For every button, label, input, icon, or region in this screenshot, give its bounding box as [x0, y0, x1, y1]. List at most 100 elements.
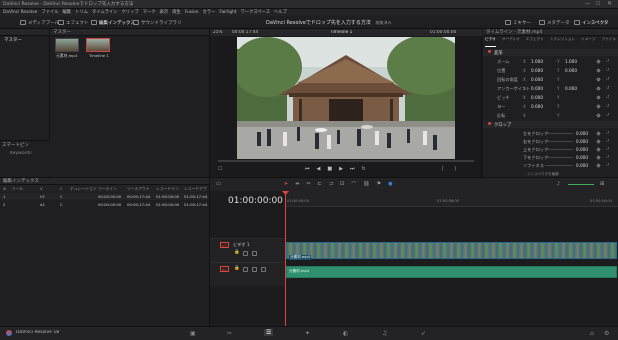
sound-library-button[interactable]: サウンドライブラリ [133, 18, 182, 27]
crop-slider[interactable] [545, 157, 573, 158]
video-track-id[interactable]: V1 [220, 242, 229, 248]
column-header[interactable]: ソースアウト [127, 186, 150, 192]
home-icon[interactable]: ⌂ [590, 330, 594, 337]
crop-slider[interactable] [545, 165, 573, 166]
video-track-name[interactable]: ビデオ 1 [233, 242, 250, 248]
keyframe-icon[interactable] [596, 95, 601, 100]
keywords-item[interactable]: Keywords [10, 151, 32, 156]
snap-icon[interactable]: ⌒ [351, 181, 356, 188]
video-frame[interactable] [237, 37, 455, 159]
media-pool-button[interactable]: メディアプール [20, 18, 59, 27]
crop-enabled-icon[interactable] [488, 122, 491, 125]
zoom-full-icon[interactable]: ⊞ [600, 181, 604, 187]
deliver-page-icon[interactable]: ➶ [421, 330, 426, 337]
settings-gear-icon[interactable]: ⚙ [604, 330, 609, 337]
link-icon[interactable]: ⛓ [363, 181, 369, 188]
fusion-page-icon[interactable]: ✦ [305, 330, 310, 337]
menu-item[interactable]: Fairlight [219, 9, 236, 16]
crop-value[interactable]: 0.000 [576, 139, 588, 144]
menu-item[interactable]: 編集 [63, 9, 72, 16]
keyframe-icon[interactable] [596, 139, 601, 144]
maximize-icon[interactable]: ☐ [596, 1, 600, 7]
edit-index-button[interactable]: 編集インデックス [91, 18, 135, 27]
reset-icon[interactable]: ↺ [606, 130, 610, 135]
reset-icon[interactable]: ↺ [606, 67, 610, 72]
tab-effects[interactable]: エフェクト [526, 37, 544, 47]
tab-file[interactable]: ファイル [602, 37, 616, 47]
timeline-name[interactable]: Timeline 1 [330, 30, 352, 35]
crop-value[interactable]: 0.000 [576, 155, 588, 160]
menu-item[interactable]: タイムライン [92, 9, 117, 16]
jump-start-icon[interactable]: ⏮ [305, 166, 310, 172]
keyframe-icon[interactable] [596, 59, 601, 64]
keyframe-icon[interactable] [596, 86, 601, 91]
mixer-button[interactable]: ミキサー [505, 18, 531, 27]
transform-x-value[interactable]: 1.000 [531, 59, 543, 64]
menu-item[interactable]: 再生 [172, 9, 181, 16]
audio-track-id[interactable]: A1 [220, 266, 229, 272]
menu-item[interactable]: カラー [202, 9, 215, 16]
track-lock-icon[interactable]: 🔒 [234, 250, 240, 255]
loop-icon[interactable]: ↻ [361, 166, 365, 172]
crop-slider[interactable] [545, 149, 573, 150]
transform-x-value[interactable]: 0.000 [531, 86, 543, 91]
column-header[interactable]: デュレーション [70, 186, 96, 192]
menu-item[interactable]: マーク [143, 9, 156, 16]
select-tool-icon[interactable]: ➤ [284, 181, 288, 188]
clip-thumbnail[interactable] [55, 38, 79, 52]
column-header[interactable]: レコードイン [156, 186, 179, 192]
mute-icon[interactable] [252, 267, 257, 272]
reset-icon[interactable]: ↺ [606, 85, 610, 90]
mark-out-icon[interactable]: ⌉ [454, 166, 456, 172]
replace-icon[interactable]: ⊡ [340, 181, 344, 188]
jump-end-icon[interactable]: ⏭ [350, 166, 355, 172]
volume-icon[interactable]: ♪ [557, 181, 560, 187]
reset-icon[interactable]: ↺ [606, 112, 610, 117]
edit-page-icon[interactable]: ☰ [264, 329, 274, 336]
minimize-icon[interactable]: — [585, 1, 590, 7]
column-header[interactable]: ソースイン [98, 186, 117, 192]
trim-tool-icon[interactable]: ⇹ [295, 181, 299, 188]
timeline-thumbnail[interactable] [86, 38, 110, 52]
transform-x-value[interactable]: 0.000 [531, 95, 543, 100]
menu-item[interactable]: Fusion [185, 9, 199, 16]
reset-icon[interactable]: ↺ [606, 94, 610, 99]
transform-section-header[interactable]: 変形 [483, 49, 618, 56]
solo-icon[interactable] [261, 267, 266, 272]
sidebar-item-master[interactable]: マスター [4, 37, 22, 43]
media-page-icon[interactable]: ▣ [190, 330, 196, 337]
overwrite-icon[interactable]: ⊐ [329, 181, 333, 188]
column-header[interactable]: C [60, 186, 63, 191]
transform-x-value[interactable]: 0.000 [531, 68, 543, 73]
column-header[interactable]: # [3, 186, 6, 191]
crop-slider[interactable] [545, 141, 573, 142]
auto-select-icon[interactable] [243, 251, 248, 256]
flag-icon[interactable]: ⚑ [377, 181, 381, 188]
timeline-view-icon[interactable]: ▭ [216, 181, 221, 187]
keyframe-icon[interactable] [596, 104, 601, 109]
menu-item[interactable]: クリップ [121, 9, 138, 16]
effects-button[interactable]: エフェクト [58, 18, 89, 27]
viewer-options-icon[interactable]: ☐ [218, 166, 222, 172]
transform-x-value[interactable]: 0.000 [531, 77, 543, 82]
crop-value[interactable]: 0.000 [576, 147, 588, 152]
play-icon[interactable]: ▶ [339, 166, 343, 172]
keyframe-icon[interactable] [596, 131, 601, 136]
crop-value[interactable]: 0.000 [576, 163, 588, 168]
keyframe-icon[interactable] [596, 155, 601, 160]
transform-y-value[interactable]: 0.000 [565, 86, 577, 91]
tab-image[interactable]: イメージ [581, 37, 595, 47]
audio-clip[interactable]: 元素材.mp4 [286, 266, 617, 278]
insert-icon[interactable]: ⊏ [318, 181, 322, 188]
reverse-play-icon[interactable]: ◀ [317, 166, 321, 172]
blade-tool-icon[interactable]: ✂ [306, 181, 310, 188]
menu-item[interactable]: DaVinci Resolve [3, 9, 37, 16]
transform-y-value[interactable]: 1.000 [565, 59, 577, 64]
tab-video[interactable]: ビデオ [485, 37, 496, 47]
metadata-button[interactable]: メタデータ [539, 18, 570, 27]
viewer-scrubber[interactable] [218, 160, 474, 162]
video-clip[interactable]: 元素材.mp4 [286, 242, 617, 260]
table-row[interactable]: 1 V1 C 00:00:00:00 00:00:17:44 01:00:00:00 01:… [0, 193, 209, 200]
color-page-icon[interactable]: ◐ [343, 330, 348, 337]
keyframe-icon[interactable] [596, 113, 601, 118]
